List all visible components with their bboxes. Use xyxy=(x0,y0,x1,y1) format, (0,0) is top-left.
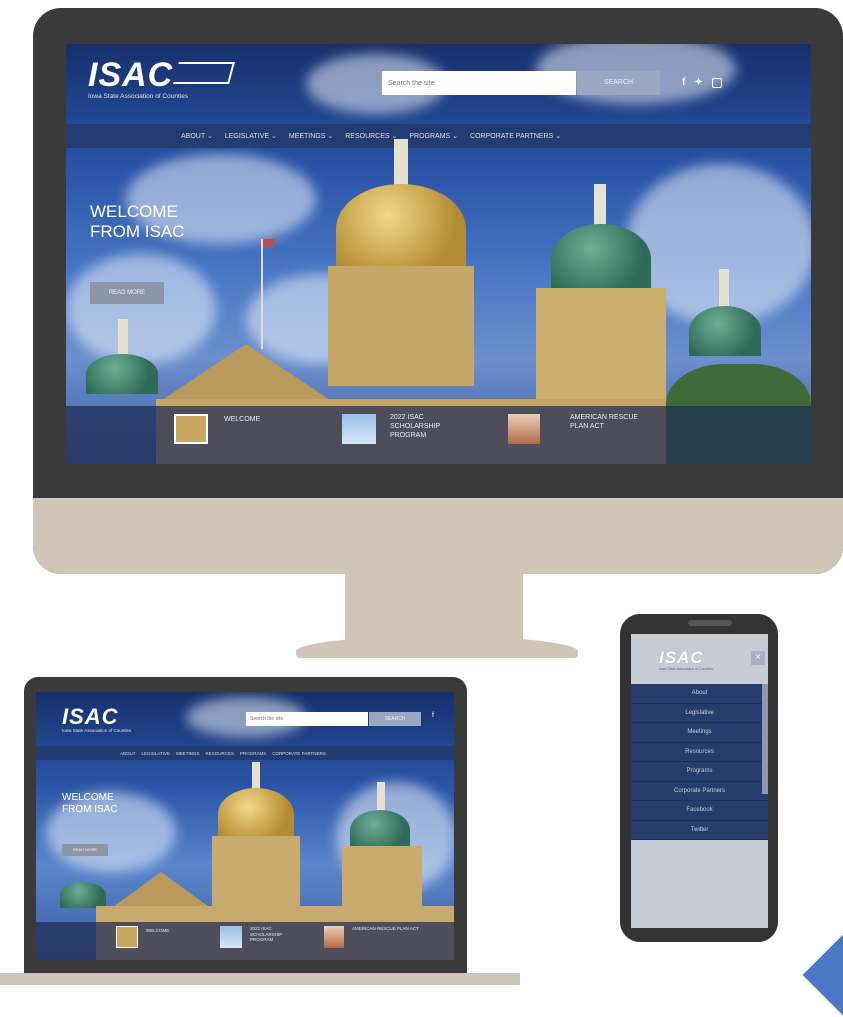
main-nav: ABOUT ⌄ LEGISLATIVE ⌄ MEETINGS ⌄ RESOURC… xyxy=(66,124,811,148)
logo-flag-icon xyxy=(173,62,235,84)
laptop-logo[interactable]: ISAC xyxy=(62,704,119,730)
hero-title: WELCOME FROM ISAC xyxy=(90,202,185,242)
desktop-monitor-chin xyxy=(33,498,843,574)
mobile-menu-meetings[interactable]: Meetings xyxy=(631,723,768,743)
mobile-menu-resources[interactable]: Resources xyxy=(631,742,768,762)
nav-legislative[interactable]: LEGISLATIVE ⌄ xyxy=(225,132,277,140)
laptop-feature-scholarship[interactable]: 2022 ISAC SCHOLARSHIP PROGRAM xyxy=(220,926,310,954)
nav-meetings[interactable]: MEETINGS xyxy=(176,751,200,756)
phone-scrollbar[interactable] xyxy=(762,684,768,794)
mobile-menu-corporate-partners[interactable]: Corporate Partners xyxy=(631,781,768,801)
nav-resources[interactable]: RESOURCES xyxy=(205,751,234,756)
nav-about[interactable]: ABOUT ⌄ xyxy=(181,132,213,140)
instagram-icon[interactable] xyxy=(711,78,722,88)
nav-about[interactable]: ABOUT xyxy=(120,751,136,756)
feature-label: WELCOME xyxy=(224,416,261,423)
nav-corporate-partners[interactable]: CORPORATE PARTNERS xyxy=(272,751,326,756)
decorative-corner xyxy=(802,932,843,1017)
laptop-hero-title: WELCOME FROM ISAC xyxy=(62,792,118,815)
feature-item-welcome[interactable]: WELCOME xyxy=(174,412,314,458)
phone-logo-subtitle: Iowa State Association of Counties xyxy=(659,667,713,671)
nav-resources[interactable]: RESOURCES ⌄ xyxy=(345,132,397,140)
nav-corporate-partners[interactable]: CORPORATE PARTNERS ⌄ xyxy=(470,132,561,140)
hero-read-more-button[interactable]: READ MORE xyxy=(90,282,164,304)
facebook-icon[interactable]: f xyxy=(682,77,685,91)
search-button[interactable]: SEARCH xyxy=(577,71,660,95)
desktop-screen: ISAC Iowa State Association of Counties … xyxy=(66,44,811,464)
laptop-screen: ISAC Iowa State Association of Counties … xyxy=(36,692,454,960)
feature-thumbnail xyxy=(508,414,540,444)
close-icon: × xyxy=(755,652,761,663)
menu-close-button[interactable]: × xyxy=(751,651,765,665)
search-input[interactable] xyxy=(382,71,576,95)
laptop-search-input[interactable] xyxy=(246,712,368,726)
feature-item-arpa[interactable]: AMERICAN RESCUE PLAN ACT xyxy=(508,412,668,458)
laptop-feature-arpa[interactable]: AMERICAN RESCUE PLAN ACT xyxy=(324,926,434,954)
mobile-menu-legislative[interactable]: Legislative xyxy=(631,703,768,723)
site-logo[interactable]: ISAC Iowa State Association of Counties xyxy=(88,58,248,100)
feature-label: 2022 ISAC SCHOLARSHIP PROGRAM xyxy=(390,414,441,439)
feature-item-scholarship[interactable]: 2022 ISAC SCHOLARSHIP PROGRAM xyxy=(342,412,492,458)
feature-thumbnail xyxy=(174,414,208,444)
phone-logo[interactable]: ISAC xyxy=(659,648,704,668)
nav-programs[interactable]: PROGRAMS ⌄ xyxy=(409,132,458,140)
laptop-base xyxy=(0,973,520,985)
desktop-monitor-base xyxy=(296,636,578,658)
laptop-hero-button[interactable]: READ MORE xyxy=(62,844,108,856)
logo-subtitle: Iowa State Association of Counties xyxy=(88,93,189,100)
feature-thumbnail xyxy=(342,414,376,444)
nav-legislative[interactable]: LEGISLATIVE xyxy=(142,751,170,756)
facebook-icon[interactable]: f xyxy=(432,712,434,719)
mobile-menu-facebook[interactable]: Facebook xyxy=(631,801,768,821)
mobile-menu-programs[interactable]: Programs xyxy=(631,762,768,782)
phone-header: ISAC Iowa State Association of Counties … xyxy=(631,634,768,682)
phone-notch xyxy=(688,620,732,626)
phone-menu: About Legislative Meetings Resources Pro… xyxy=(631,684,768,840)
nav-meetings[interactable]: MEETINGS ⌄ xyxy=(289,132,333,140)
laptop-feature-welcome[interactable]: WELCOME xyxy=(116,926,196,954)
feature-label: AMERICAN RESCUE PLAN ACT xyxy=(570,414,639,430)
laptop-nav: ABOUT LEGISLATIVE MEETINGS RESOURCES PRO… xyxy=(36,746,454,760)
mobile-menu-twitter[interactable]: Twitter xyxy=(631,820,768,840)
social-links: f ✦ xyxy=(682,77,742,91)
laptop-search-button[interactable]: SEARCH xyxy=(369,712,421,726)
phone-screen: ISAC Iowa State Association of Counties … xyxy=(631,634,768,928)
mobile-menu-about[interactable]: About xyxy=(631,684,768,704)
nav-programs[interactable]: PROGRAMS xyxy=(240,751,266,756)
twitter-icon[interactable]: ✦ xyxy=(694,77,702,91)
laptop-logo-subtitle: Iowa State Association of Counties xyxy=(62,728,132,733)
